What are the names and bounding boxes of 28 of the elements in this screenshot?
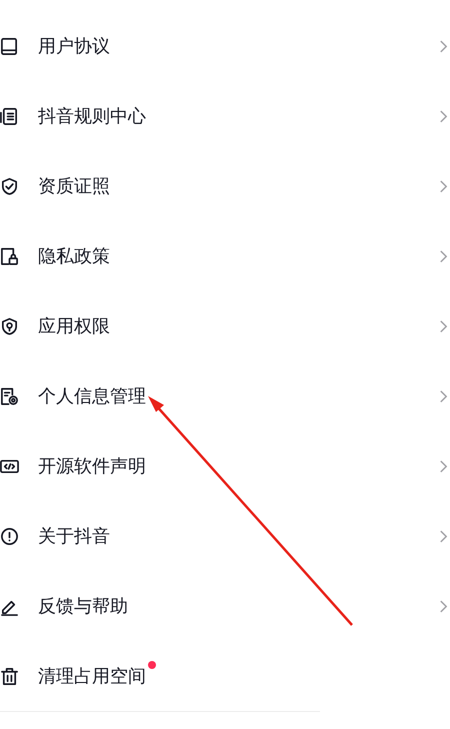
menu-item[interactable]: 关于抖音 bbox=[0, 501, 450, 571]
shield-pin-icon bbox=[0, 316, 19, 336]
menu-item[interactable]: 应用权限 bbox=[0, 291, 450, 361]
menu-label: 用户协议 bbox=[38, 35, 110, 58]
menu-label: 隐私政策 bbox=[38, 245, 110, 268]
menu-item[interactable]: 开源软件声明 bbox=[0, 431, 450, 501]
menu-item[interactable]: 个人信息管理 bbox=[0, 361, 450, 431]
menu-item[interactable]: 清理占用空间 bbox=[0, 641, 450, 711]
menu-label: 个人信息管理 bbox=[38, 385, 146, 408]
document-icon bbox=[0, 106, 19, 126]
menu-label: 反馈与帮助 bbox=[38, 595, 128, 618]
menu-label: 应用权限 bbox=[38, 315, 110, 338]
trash-icon bbox=[0, 666, 19, 686]
shield-check-icon bbox=[0, 176, 19, 196]
menu-label: 抖音规则中心 bbox=[38, 105, 146, 128]
exclamation-icon bbox=[0, 526, 19, 546]
book-icon bbox=[0, 36, 19, 56]
menu-label: 清理占用空间 bbox=[38, 665, 146, 688]
document-lock-icon bbox=[0, 246, 19, 266]
menu-item[interactable]: 资质证照 bbox=[0, 151, 450, 221]
menu-label: 资质证照 bbox=[38, 175, 110, 198]
document-gear-icon bbox=[0, 386, 19, 406]
menu-item[interactable]: 用户协议 bbox=[0, 11, 450, 81]
menu-label: 开源软件声明 bbox=[38, 455, 146, 478]
menu-item[interactable]: 反馈与帮助 bbox=[0, 571, 450, 641]
menu-label: 关于抖音 bbox=[38, 525, 110, 548]
menu-item[interactable]: 抖音规则中心 bbox=[0, 81, 450, 151]
menu-item[interactable]: 隐私政策 bbox=[0, 221, 450, 291]
